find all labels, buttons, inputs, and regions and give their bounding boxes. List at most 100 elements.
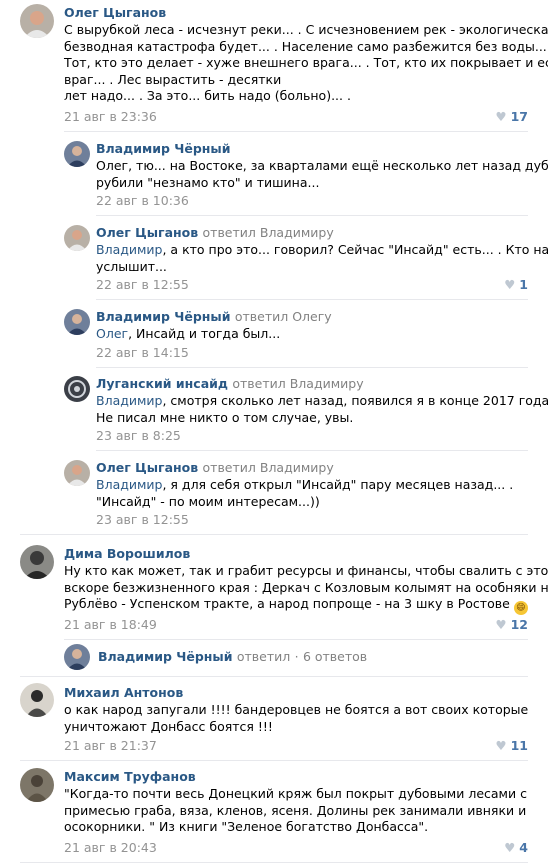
comment-line: примесью граба, вяза, кленов, ясеня. Дол… xyxy=(64,802,527,818)
avatar[interactable] xyxy=(64,309,90,335)
like-count: 4 xyxy=(519,840,528,855)
comment-line: Олег, тю... на Востоке, за кварталами ещ… xyxy=(96,158,548,173)
comment-date[interactable]: 22 авг в 14:15 xyxy=(96,345,189,360)
heart-icon: ♥ xyxy=(495,109,507,124)
replies-count: 6 ответов xyxy=(302,649,368,664)
reply-to-link[interactable]: ответил Владимиру xyxy=(203,225,334,240)
comment-line: Тот, кто это делает - хуже внешнего враг… xyxy=(64,55,548,70)
comment-line: "Инсайд" - по моим интересам...)) xyxy=(96,493,320,509)
avatar[interactable] xyxy=(64,460,90,486)
avatar[interactable] xyxy=(64,141,90,167)
show-replies-action: ответил xyxy=(236,649,291,664)
comment-line: осокорники. " Из книги "Зеленое богатств… xyxy=(64,819,429,834)
divider xyxy=(96,215,528,216)
comment-author-line: Луганский инсайд ответил Владимиру xyxy=(96,376,364,391)
like-count: 12 xyxy=(510,617,528,632)
comment-text: Ну кто как может, так и грабит ресурсы и… xyxy=(64,563,548,615)
comment-author[interactable]: Владимир Чёрный xyxy=(96,309,230,324)
comment-line: услышит... xyxy=(96,258,167,274)
comment-date[interactable]: 23 авг в 8:25 xyxy=(96,428,181,443)
comment-text: о как народ запугали !!!! бандеровцев не… xyxy=(64,702,528,735)
comment-line: уничтожают Донбасс боятся !!! xyxy=(64,718,273,734)
comment-author[interactable]: Владимир Чёрный xyxy=(96,141,230,156)
comment-line: Ну кто как может, так и грабит ресурсы и… xyxy=(64,563,548,578)
comment-line: Не писал мне никто о том случае, увы. xyxy=(96,409,354,425)
avatar[interactable] xyxy=(20,683,54,717)
mention-link[interactable]: Владимир xyxy=(96,242,162,257)
comment-line: Владимир, я для себя открыл "Инсайд" пар… xyxy=(96,477,513,494)
heart-icon: ♥ xyxy=(495,738,507,753)
comment-author[interactable]: Луганский инсайд xyxy=(96,376,228,391)
dot-separator: · xyxy=(294,649,299,664)
comment-author-line: Владимир Чёрный ответил Олегу xyxy=(96,309,332,324)
comment-line: Владимир, а кто про это... говорил? Сейч… xyxy=(96,242,548,259)
comment-line-rest: Рублёво - Успенском тракте, а народ попр… xyxy=(64,596,510,611)
divider xyxy=(20,760,528,761)
avatar[interactable] xyxy=(20,4,54,38)
heart-icon: ♥ xyxy=(504,277,516,292)
divider xyxy=(96,299,528,300)
comment-text: Владимир, я для себя открыл "Инсайд" пар… xyxy=(96,477,513,510)
show-replies-link[interactable]: Владимир Чёрный ответил · 6 ответов xyxy=(98,649,367,664)
avatar[interactable] xyxy=(20,768,54,802)
comment-line: рубили "незнамо кто" и тишина... xyxy=(96,174,320,190)
comment-author[interactable]: Михаил Антонов xyxy=(64,685,183,700)
heart-icon: ♥ xyxy=(504,840,516,855)
comment-text: Владимир, а кто про это... говорил? Сейч… xyxy=(96,242,548,275)
comment-line: Владимир, смотря сколько лет назад, появ… xyxy=(96,393,548,410)
comment-line: враг... . Лес вырастить - десятки xyxy=(64,71,282,87)
like-count: 11 xyxy=(510,738,528,753)
like-button[interactable]: ♥ 1 xyxy=(504,277,528,292)
comment-line: Олег, Инсайд и тогда был... xyxy=(96,326,280,343)
comment-date[interactable]: 21 авг в 23:36 xyxy=(64,109,157,124)
like-count: 17 xyxy=(510,109,528,124)
comment-text: Владимир, смотря сколько лет назад, появ… xyxy=(96,393,548,426)
divider xyxy=(96,450,528,451)
comment-line-rest: , Инсайд и тогда был... xyxy=(128,326,281,341)
comment-author-line: Олег Цыганов ответил Владимиру xyxy=(96,460,334,475)
avatar[interactable] xyxy=(20,545,54,579)
like-button[interactable]: ♥ 4 xyxy=(504,840,528,855)
reply-to-link[interactable]: ответил Олегу xyxy=(235,309,332,324)
avatar[interactable] xyxy=(64,644,90,670)
grinning-emoji-icon: 😄 xyxy=(513,601,528,615)
like-count: 1 xyxy=(519,277,528,292)
comment-author[interactable]: Олег Цыганов xyxy=(96,225,198,240)
mention-link[interactable]: Владимир xyxy=(96,393,162,408)
like-button[interactable]: ♥ 12 xyxy=(495,617,528,632)
avatar[interactable] xyxy=(64,225,90,251)
reply-to-link[interactable]: ответил Владимиру xyxy=(203,460,334,475)
comment-line: вскоре безжизненного края : Деркач с Коз… xyxy=(64,579,548,595)
comment-line: безводная катастрофа будет... . Населени… xyxy=(64,38,547,54)
reply-to-link[interactable]: ответил Владимиру xyxy=(232,376,363,391)
mention-link[interactable]: Олег xyxy=(96,326,128,341)
comment-author[interactable]: Олег Цыганов xyxy=(64,5,166,20)
comment-date[interactable]: 21 авг в 18:49 xyxy=(64,617,157,632)
comment-text: "Когда-то почти весь Донецкий кряж был п… xyxy=(64,786,527,836)
comment-line: Рублёво - Успенском тракте, а народ попр… xyxy=(64,596,548,615)
comment-date[interactable]: 23 авг в 12:55 xyxy=(96,512,189,527)
divider xyxy=(20,862,528,863)
divider xyxy=(20,676,528,677)
mention-link[interactable]: Владимир xyxy=(96,477,162,492)
avatar[interactable] xyxy=(64,376,90,402)
divider xyxy=(20,534,528,535)
comment-author[interactable]: Олег Цыганов xyxy=(96,460,198,475)
comment-text: Олег, Инсайд и тогда был... xyxy=(96,326,280,343)
comment-author[interactable]: Максим Труфанов xyxy=(64,769,196,784)
comment-date[interactable]: 22 авг в 10:36 xyxy=(96,193,189,208)
like-button[interactable]: ♥ 11 xyxy=(495,738,528,753)
comment-date[interactable]: 22 авг в 12:55 xyxy=(96,277,189,292)
comment-text: С вырубкой леса - исчезнут реки... . С и… xyxy=(64,22,548,105)
comment-author[interactable]: Дима Ворошилов xyxy=(64,546,190,561)
comment-line-rest: , я для себя открыл "Инсайд" пару месяце… xyxy=(162,477,514,492)
comment-author-line: Олег Цыганов ответил Владимиру xyxy=(96,225,334,240)
comment-date[interactable]: 21 авг в 21:37 xyxy=(64,738,157,753)
like-button[interactable]: ♥ 17 xyxy=(495,109,528,124)
divider xyxy=(96,367,528,368)
comment-line: С вырубкой леса - исчезнут реки... . С и… xyxy=(64,22,548,37)
comment-text: Олег, тю... на Востоке, за кварталами ещ… xyxy=(96,158,548,191)
heart-icon: ♥ xyxy=(495,617,507,632)
comment-line: о как народ запугали !!!! бандеровцев не… xyxy=(64,702,529,717)
comment-date[interactable]: 21 авг в 20:43 xyxy=(64,840,157,855)
